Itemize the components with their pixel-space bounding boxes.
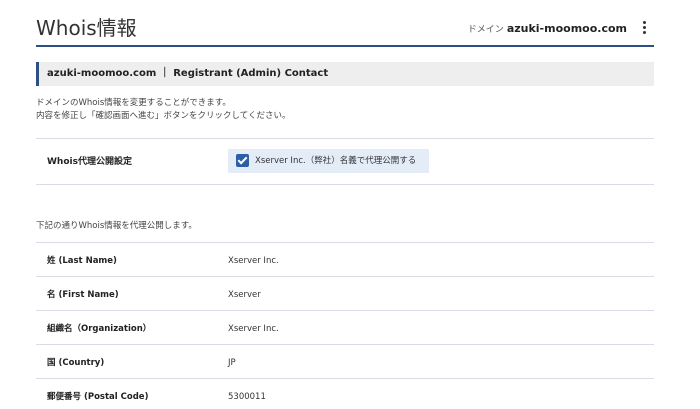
- row-label: 名 (First Name): [47, 290, 119, 300]
- table-row: 国 (Country) JP: [36, 345, 654, 379]
- row-label: 郵便番号 (Postal Code): [47, 392, 149, 402]
- page-header: Whois情報 ドメイン azuki-moomoo.com: [36, 14, 654, 47]
- proxy-publish-checkbox[interactable]: Xserver Inc.（弊社）名義で代理公開する: [228, 149, 429, 173]
- proxy-setting-label: Whois代理公開設定: [47, 157, 132, 167]
- section-title: azuki-moomoo.com ｜ Registrant (Admin) Co…: [47, 68, 329, 79]
- table-row: 郵便番号 (Postal Code) 5300011: [36, 379, 654, 409]
- row-value: Xserver Inc.: [228, 324, 279, 334]
- checkbox-checked-icon[interactable]: [236, 154, 249, 167]
- proxy-publish-checkbox-label[interactable]: Xserver Inc.（弊社）名義で代理公開する: [255, 155, 416, 167]
- kebab-menu-icon[interactable]: [640, 21, 648, 37]
- page-title: Whois情報: [36, 16, 137, 40]
- row-value: JP: [228, 358, 236, 368]
- intro-text: ドメインのWhois情報を変更することができます。 内容を修正し「確認画面へ進む…: [36, 97, 291, 123]
- row-label: 国 (Country): [47, 358, 105, 368]
- intro-line-2: 内容を修正し「確認画面へ進む」ボタンをクリックしてください。: [36, 111, 291, 121]
- divider: [36, 138, 654, 139]
- intro-line-1: ドメインのWhois情報を変更することができます。: [36, 98, 231, 108]
- domain-prefix: ドメイン: [467, 25, 504, 35]
- row-value: 5300011: [228, 392, 266, 402]
- section-heading: azuki-moomoo.com ｜ Registrant (Admin) Co…: [36, 62, 654, 86]
- row-label: 組織名（Organization）: [47, 324, 152, 334]
- row-value: Xserver Inc.: [228, 256, 279, 266]
- divider: [36, 184, 654, 185]
- row-label: 姓 (Last Name): [47, 256, 117, 266]
- current-domain: ドメイン azuki-moomoo.com: [468, 22, 627, 37]
- row-value: Xserver: [228, 290, 261, 300]
- domain-name: azuki-moomoo.com: [506, 22, 627, 35]
- table-row: 組織名（Organization） Xserver Inc.: [36, 311, 654, 345]
- proxy-note: 下記の通りWhois情報を代理公開します。: [36, 221, 197, 231]
- table-row: 名 (First Name) Xserver: [36, 277, 654, 311]
- whois-page: Whois情報 ドメイン azuki-moomoo.com azuki-moomo…: [0, 0, 700, 409]
- table-row: 姓 (Last Name) Xserver Inc.: [36, 243, 654, 277]
